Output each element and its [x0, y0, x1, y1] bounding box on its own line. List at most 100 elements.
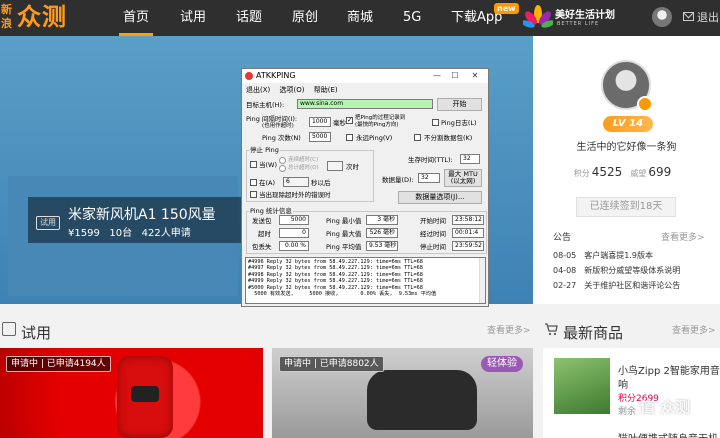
stop-ping-group-label: 停止 Ping [249, 146, 280, 154]
sent-label: 发送包 [252, 217, 272, 225]
profile-avatar[interactable] [601, 60, 653, 112]
stop-at-input[interactable]: 6 [283, 177, 309, 187]
dialog-menubar: 退出(X) 选项(O) 帮助(E) [246, 85, 345, 95]
ttl-input[interactable]: 32 [460, 154, 480, 164]
start-time-value: 23:58:12 [452, 215, 484, 225]
log-summary: 5000 有效发送, 5000 接收, 0.00% 丢失, 9.53ms 平均值 [248, 291, 437, 298]
announcements-more-link[interactable]: 查看更多> [661, 230, 705, 243]
user-stats: 积分 4525 威望 699 [533, 165, 720, 179]
banner-title[interactable]: 米家新风机A1 150风量 [68, 204, 216, 224]
logo-main-text: 众测 [17, 3, 67, 31]
elapsed-value: 00:01:4 [452, 228, 484, 238]
announcement-text: 关于维护社区和谐评论公告 [584, 281, 681, 290]
site-logo[interactable]: 新浪 众测 [0, 0, 74, 36]
mail-icon[interactable] [683, 12, 694, 21]
no-split-checkbox[interactable] [414, 134, 421, 141]
on-error-checkbox[interactable] [250, 191, 257, 198]
product-title-cont: 响 [618, 380, 628, 391]
brand-better-life[interactable]: 美好生活计划 [555, 6, 615, 21]
start-time-label: 开始时间 [420, 217, 446, 225]
banner-applicants: 422人申请 [141, 228, 191, 239]
brand-better-life-sub: BETTER LIFE [557, 21, 600, 27]
sent-value: 5000 [279, 215, 309, 225]
top-nav: 新浪 众测 首页 试用 话题 原创 商城 5G 下载App new 美好生活计划… [0, 0, 720, 36]
checkin-button[interactable]: 已连续签到18天 [576, 197, 676, 217]
dialog-title: ATKKPING [256, 71, 296, 80]
interval-sub-label: (也用作超时) [262, 123, 294, 129]
save-record-sub: (最快的Ping方向) [355, 122, 399, 128]
announcement-item[interactable]: 02-27 关于维护社区和谐评论公告 [553, 280, 680, 291]
forever-checkbox[interactable] [346, 134, 353, 141]
product-remaining: 剩余 [618, 407, 637, 417]
product-title[interactable]: 小鸟Zipp 2智能家用音 [618, 362, 720, 377]
data-options-button[interactable]: 数据量选项(J)... [398, 191, 482, 204]
dialog-titlebar[interactable]: ATKKPING — ☐ ✕ [242, 69, 488, 83]
stop-when-checkbox[interactable] [250, 161, 257, 168]
logout-link[interactable]: 退出 [697, 0, 719, 36]
timeout-count-input[interactable] [327, 161, 343, 171]
new-badge: new [494, 3, 519, 14]
maximize-icon[interactable]: ☐ [448, 70, 462, 82]
nav-trial[interactable]: 试用 [180, 0, 206, 36]
nav-topics[interactable]: 话题 [236, 0, 262, 36]
nav-mall[interactable]: 商城 [347, 0, 373, 36]
announcement-date: 04-08 [553, 266, 577, 275]
banner-trial-badge: 试用 [36, 216, 60, 230]
trial-more-link[interactable]: 查看更多> [487, 323, 531, 336]
nav-5g[interactable]: 5G [403, 0, 421, 36]
newest-more-link[interactable]: 查看更多> [672, 323, 716, 336]
interval-input[interactable]: 1000 [309, 117, 331, 127]
gift-icon [2, 322, 16, 336]
user-panel: LV 14 生活中的它好像一条狗 积分 4525 威望 699 已连续签到18天 公告… [533, 36, 720, 304]
light-experience-badge: 轻体验 [481, 356, 523, 372]
banner-info: ¥1599 10台 422人申请 [68, 224, 191, 239]
cont-timeout-radio[interactable] [279, 157, 286, 164]
prestige-value: 699 [648, 165, 672, 179]
total-timeout-radio[interactable] [279, 165, 286, 172]
log-scrollbar[interactable] [479, 258, 485, 303]
save-record-checkbox[interactable] [346, 116, 353, 124]
minimize-icon[interactable]: — [430, 70, 444, 82]
menu-options[interactable]: 选项(O) [280, 86, 305, 94]
points-value: 4525 [591, 165, 623, 179]
close-icon[interactable]: ✕ [468, 70, 482, 82]
forever-label: 永远Ping(V) [356, 134, 393, 142]
ping-log-label: Ping日志(L) [441, 119, 477, 127]
timeout-label: 超时 [258, 230, 271, 238]
ttl-label: 生存时间(TTL): [408, 156, 453, 164]
logo-small-text: 新浪 [1, 3, 12, 30]
ping-log-output[interactable]: #4996 Reply 32 bytes from 58.49.227.129:… [245, 257, 486, 304]
user-motto: 生活中的它好像一条狗 [576, 142, 677, 153]
menu-help[interactable]: 帮助(E) [314, 86, 338, 94]
stats-group-label: Ping 统计信息 [249, 207, 293, 215]
on-error-label: 当出现除超时外的错误时 [259, 191, 331, 199]
no-split-label: 不分割数据包(K) [424, 134, 473, 142]
nav-original[interactable]: 原创 [292, 0, 318, 36]
stop-when-label: 当(W) [259, 161, 277, 169]
ping-log-checkbox[interactable] [432, 119, 439, 126]
announcement-item[interactable]: 08-05 客户端喜提1.9版本 [553, 250, 653, 261]
max-label: Ping 最大值 [326, 230, 362, 238]
count-label: Ping 次数(N) [262, 134, 301, 142]
prestige-label: 威望 [630, 169, 647, 178]
product-title[interactable]: 猫叶便携式随身音无机 [618, 430, 718, 438]
loss-value: 0.00 % [279, 241, 309, 251]
host-input[interactable]: www.sina.com [297, 99, 433, 109]
loss-label: 包丢失 [252, 243, 272, 251]
atkkping-window: ATKKPING — ☐ ✕ 退出(X) 选项(O) 帮助(E) 目标主机(H)… [241, 68, 489, 307]
announcement-item[interactable]: 04-08 新版积分威望等级体系说明 [553, 265, 680, 276]
count-input[interactable]: 5000 [309, 132, 331, 142]
max-mtu-button[interactable]: 最大 MTU (以太网) [444, 169, 482, 187]
data-size-input[interactable]: 32 [418, 173, 440, 183]
flower-logo-icon [523, 5, 553, 28]
max-value: 526 毫秒 [366, 228, 398, 238]
announcement-date: 02-27 [553, 281, 577, 290]
stop-at-checkbox[interactable] [250, 179, 257, 186]
user-avatar[interactable] [652, 7, 672, 27]
product-image[interactable] [554, 358, 610, 414]
times-label: 次时 [346, 163, 359, 171]
data-size-label: 数据量(D): [382, 176, 414, 184]
menu-exit[interactable]: 退出(X) [246, 86, 270, 94]
nav-home[interactable]: 首页 [118, 0, 154, 36]
start-button[interactable]: 开始 [437, 98, 482, 111]
